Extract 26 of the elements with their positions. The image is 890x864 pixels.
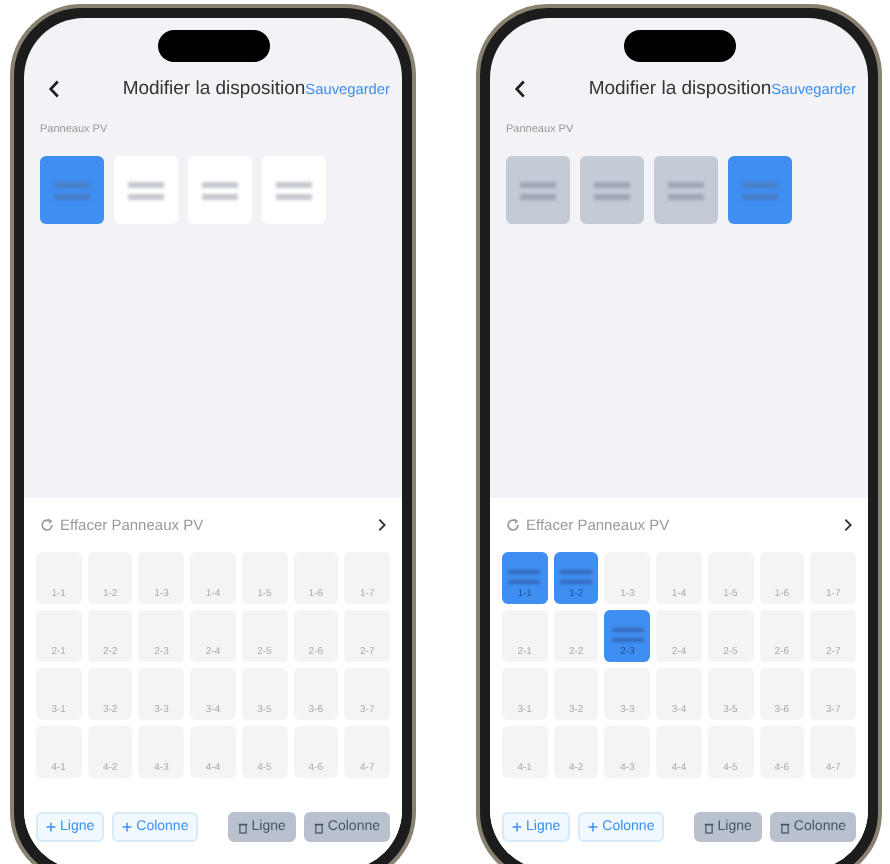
plus-icon — [122, 822, 133, 832]
panel-card[interactable] — [580, 156, 644, 224]
trash-icon — [779, 821, 790, 833]
plus-icon — [46, 822, 56, 832]
panel-card[interactable] — [654, 156, 718, 224]
refresh-icon[interactable] — [40, 518, 54, 532]
notch — [157, 30, 269, 62]
panel-card[interactable] — [188, 156, 252, 224]
trash-icon — [237, 821, 248, 833]
trash-icon — [313, 821, 324, 833]
back-icon[interactable] — [48, 80, 60, 98]
refresh-icon[interactable] — [506, 518, 520, 532]
notch — [623, 30, 735, 62]
panel-card[interactable] — [40, 156, 104, 224]
back-icon[interactable] — [514, 80, 526, 98]
panel-card[interactable] — [114, 156, 178, 224]
chevron-right-icon[interactable] — [378, 518, 386, 532]
chevron-right-icon[interactable] — [844, 518, 852, 532]
panel-card[interactable] — [262, 156, 326, 224]
panel-card[interactable] — [506, 156, 570, 224]
plus-icon — [588, 822, 599, 832]
trash-icon — [703, 821, 714, 833]
plus-icon — [512, 822, 522, 832]
screen-title: Modifier la disposition — [122, 78, 306, 100]
panel-card[interactable] — [728, 156, 792, 224]
screen-title: Modifier la disposition — [588, 78, 772, 100]
